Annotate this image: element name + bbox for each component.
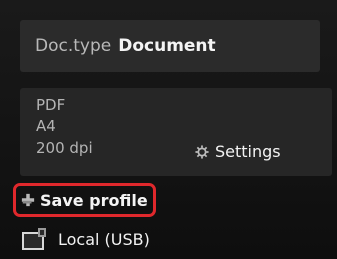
gear-icon [195, 144, 209, 159]
doc-type-button[interactable]: Doc.type Document [20, 20, 320, 72]
settings-button[interactable]: Settings [195, 142, 281, 161]
format-value: PDF [36, 96, 66, 114]
scan-settings-screen: Doc.type Document PDF A4 200 dpi Setting… [0, 0, 337, 259]
save-profile-button[interactable]: Save profile [13, 183, 156, 217]
doc-type-label: Doc.type [35, 36, 112, 56]
paper-size-value: A4 [36, 117, 56, 135]
plus-icon [21, 193, 35, 207]
destination-button[interactable]: Local (USB) [20, 222, 150, 256]
doc-type-value: Document [118, 36, 216, 56]
usb-device-icon [22, 228, 46, 250]
settings-label: Settings [215, 142, 281, 161]
scan-summary-panel: PDF A4 200 dpi Settings [20, 88, 332, 176]
resolution-value: 200 dpi [36, 139, 93, 157]
destination-label: Local (USB) [58, 229, 150, 249]
save-profile-label: Save profile [40, 190, 148, 210]
